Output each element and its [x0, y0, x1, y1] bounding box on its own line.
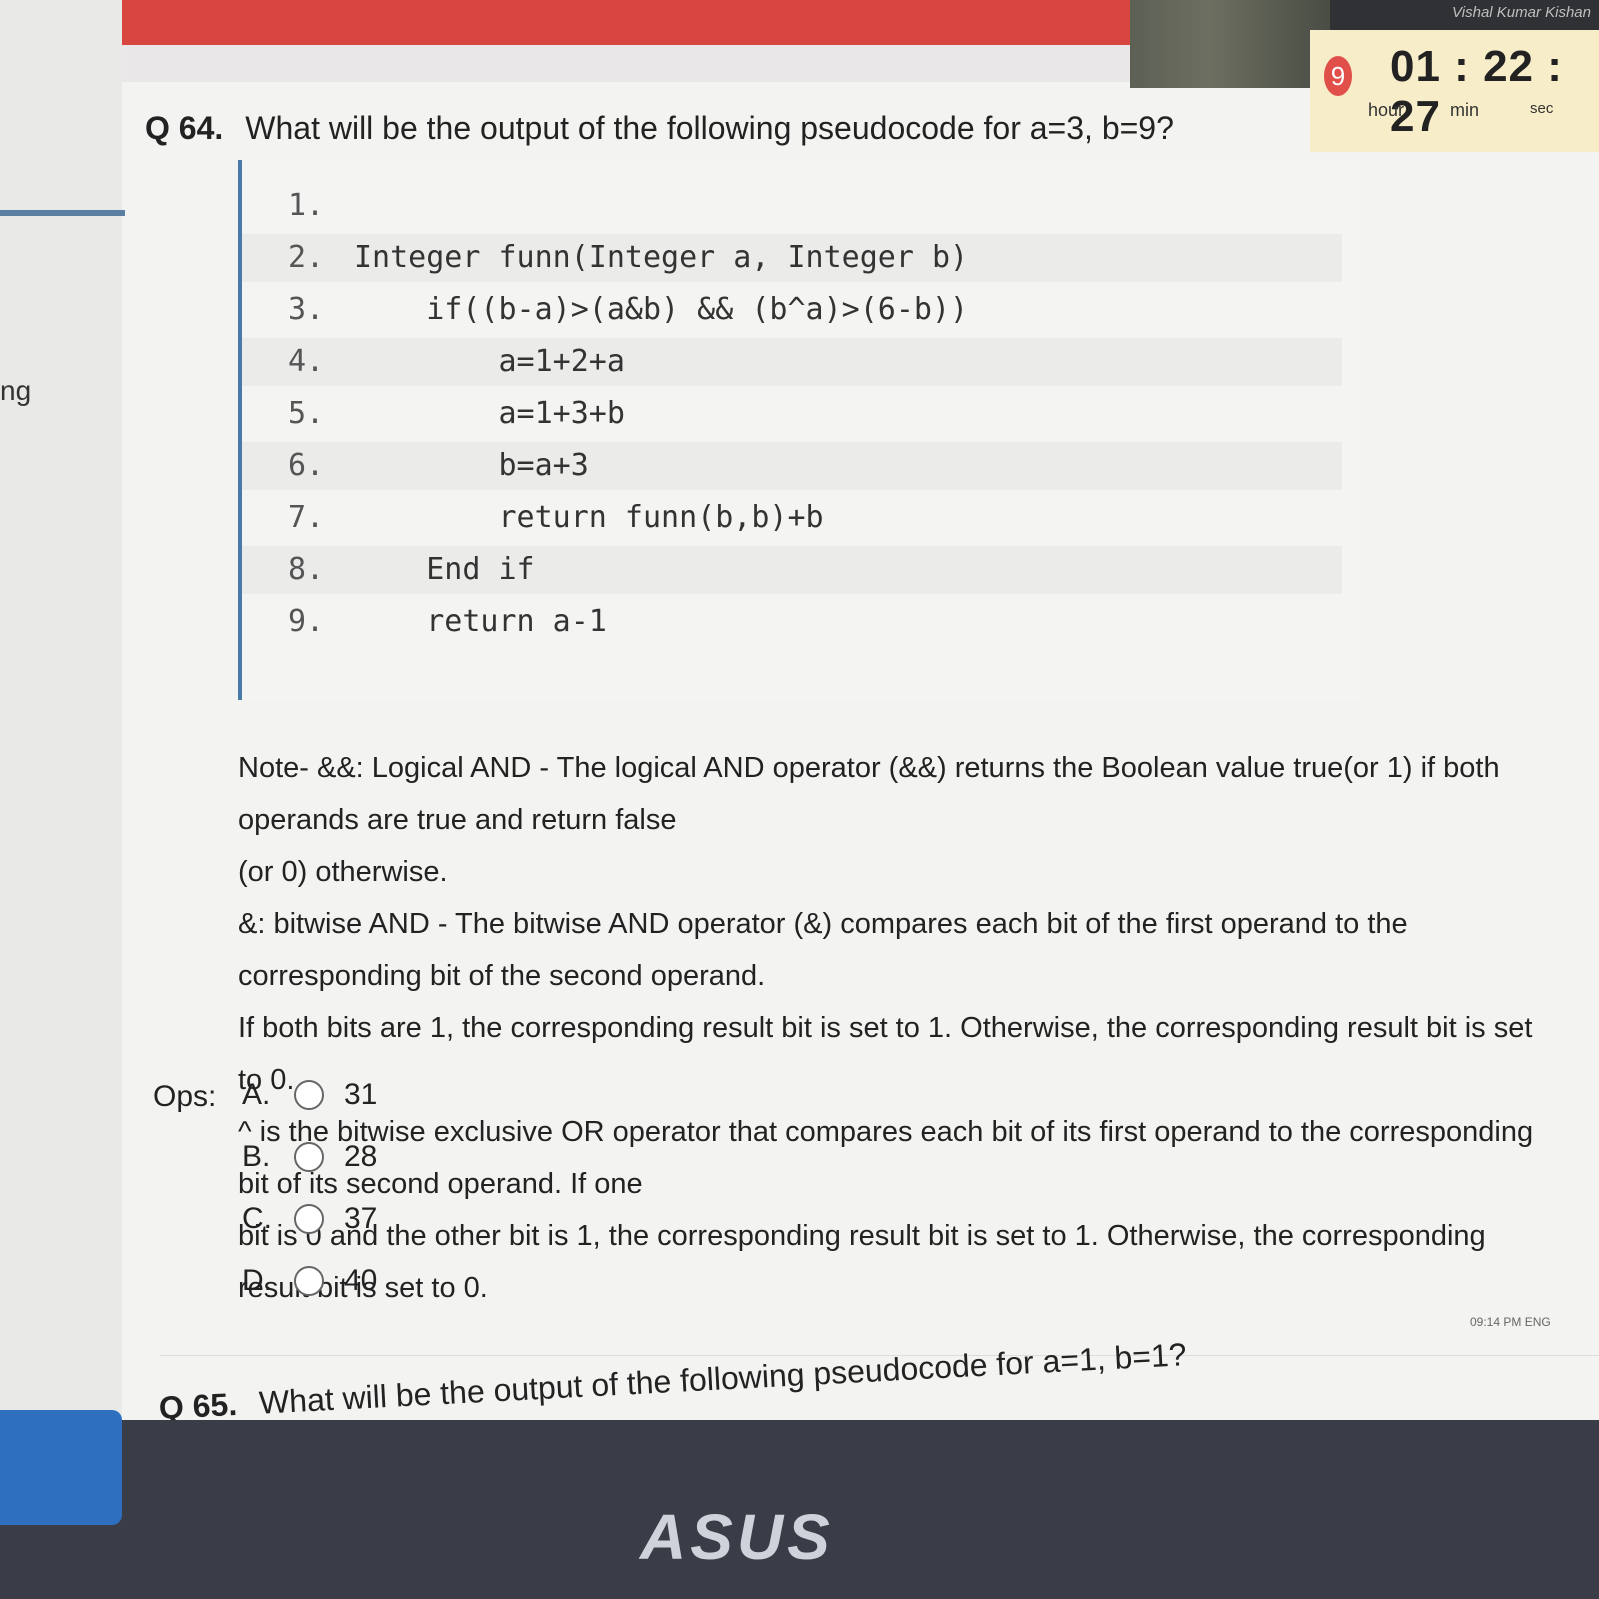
question-heading: Q 64. What will be the output of the foll… — [145, 110, 1174, 147]
code-line-number: 2. — [288, 240, 325, 275]
code-line: 4. a=1+2+a — [242, 338, 1342, 386]
option-value: 31 — [344, 1078, 378, 1111]
code-line-number: 3. — [288, 292, 325, 327]
timer-sec-label: sec — [1530, 100, 1554, 117]
code-line-text: a=1+3+b — [354, 396, 625, 431]
code-line: 5. a=1+3+b — [242, 390, 1342, 438]
note-line: ^ is the bitwise exclusive OR operator t… — [238, 1116, 1534, 1200]
answer-option[interactable]: D. 40 — [242, 1264, 377, 1298]
option-letter: A. — [242, 1078, 271, 1111]
countdown-timer: 01 : 22 : 27 — [1390, 42, 1563, 141]
option-value: 28 — [344, 1140, 378, 1173]
answer-option[interactable]: A. 31 — [242, 1078, 377, 1112]
next-question-number: Q 65. — [158, 1385, 239, 1420]
timer-hours: 01 — [1390, 42, 1441, 91]
option-letter: C. — [242, 1202, 272, 1235]
code-line: 9. return a-1 — [242, 598, 1342, 646]
question-number: Q 64. — [145, 110, 224, 146]
code-line-number: 8. — [288, 552, 325, 587]
code-line-number: 9. — [288, 604, 325, 639]
timer-min-label: min — [1450, 100, 1480, 120]
code-line-text: b=a+3 — [354, 448, 589, 483]
answer-option[interactable]: B. 28 — [242, 1140, 377, 1174]
code-line-text: a=1+2+a — [354, 344, 625, 379]
option-value: 37 — [344, 1202, 378, 1235]
note-line: bit is 0 and the other bit is 1, the cor… — [238, 1220, 1486, 1304]
option-letter: D. — [242, 1264, 272, 1297]
code-line-number: 1. — [288, 188, 325, 223]
radio-button[interactable] — [294, 1142, 324, 1172]
note-block: Note- &&: Logical AND - The logical AND … — [238, 742, 1558, 1314]
timer-hour-label: hour — [1368, 100, 1405, 120]
note-line: (or 0) otherwise. — [238, 856, 448, 888]
code-line-text: End if — [354, 552, 535, 587]
left-action-area — [0, 0, 122, 1599]
user-name: Vishal Kumar Kishan — [1330, 0, 1599, 30]
option-letter: B. — [242, 1140, 271, 1173]
question-text: What will be the output of the following… — [245, 110, 1174, 146]
timer-minutes: 22 — [1483, 42, 1535, 91]
radio-button[interactable] — [294, 1204, 324, 1234]
option-value: 40 — [344, 1264, 378, 1297]
code-line-number: 6. — [288, 448, 325, 483]
proctor-video-feed — [1130, 0, 1330, 88]
code-line-text: return funn(b,b)+b — [354, 500, 824, 535]
code-line-number: 7. — [288, 500, 325, 535]
code-line-number: 4. — [288, 344, 325, 379]
code-line-text: if((b-a)>(a&b) && (b^a)>(6-b)) — [354, 292, 969, 327]
code-line-text: Integer funn(Integer a, Integer b) — [354, 240, 969, 275]
code-line: 7. return funn(b,b)+b — [242, 494, 1342, 542]
taskbar-clock: 09:14 PM ENG — [1470, 1315, 1551, 1329]
note-line: &: bitwise AND - The bitwise AND operato… — [238, 908, 1408, 992]
note-line: Note- &&: Logical AND - The logical AND … — [238, 752, 1500, 836]
exam-header-bar — [0, 0, 1130, 82]
answer-option[interactable]: C. 37 — [242, 1202, 377, 1236]
code-line: 2. Integer funn(Integer a, Integer b) — [242, 234, 1342, 282]
question-count-badge: 9 — [1324, 56, 1352, 96]
code-line-text: return a-1 — [354, 604, 607, 639]
code-block: 1. 2. Integer funn(Integer a, Integer b) 3.… — [238, 160, 1362, 700]
laptop-brand-logo: ASUS — [640, 1501, 834, 1573]
next-question-text: What will be the output of the following… — [258, 1336, 1188, 1420]
code-line-number: 5. — [288, 396, 325, 431]
sidebar-action-button[interactable] — [0, 1410, 122, 1525]
exam-screen: Vishal Kumar Kishan 9 01 : 22 : 27 hour … — [0, 0, 1599, 1420]
next-question-heading: Q 65. What will be the output of the foll… — [158, 1336, 1187, 1420]
radio-button[interactable] — [294, 1080, 324, 1110]
note-line: If both bits are 1, the corresponding re… — [238, 1012, 1533, 1096]
options-label: Ops: — [153, 1080, 217, 1113]
code-line: 3. if((b-a)>(a&b) && (b^a)>(6-b)) — [242, 286, 1342, 334]
code-line: 6. b=a+3 — [242, 442, 1342, 490]
radio-button[interactable] — [294, 1266, 324, 1296]
code-line: 8. End if — [242, 546, 1342, 594]
code-line: 1. — [242, 182, 1342, 230]
